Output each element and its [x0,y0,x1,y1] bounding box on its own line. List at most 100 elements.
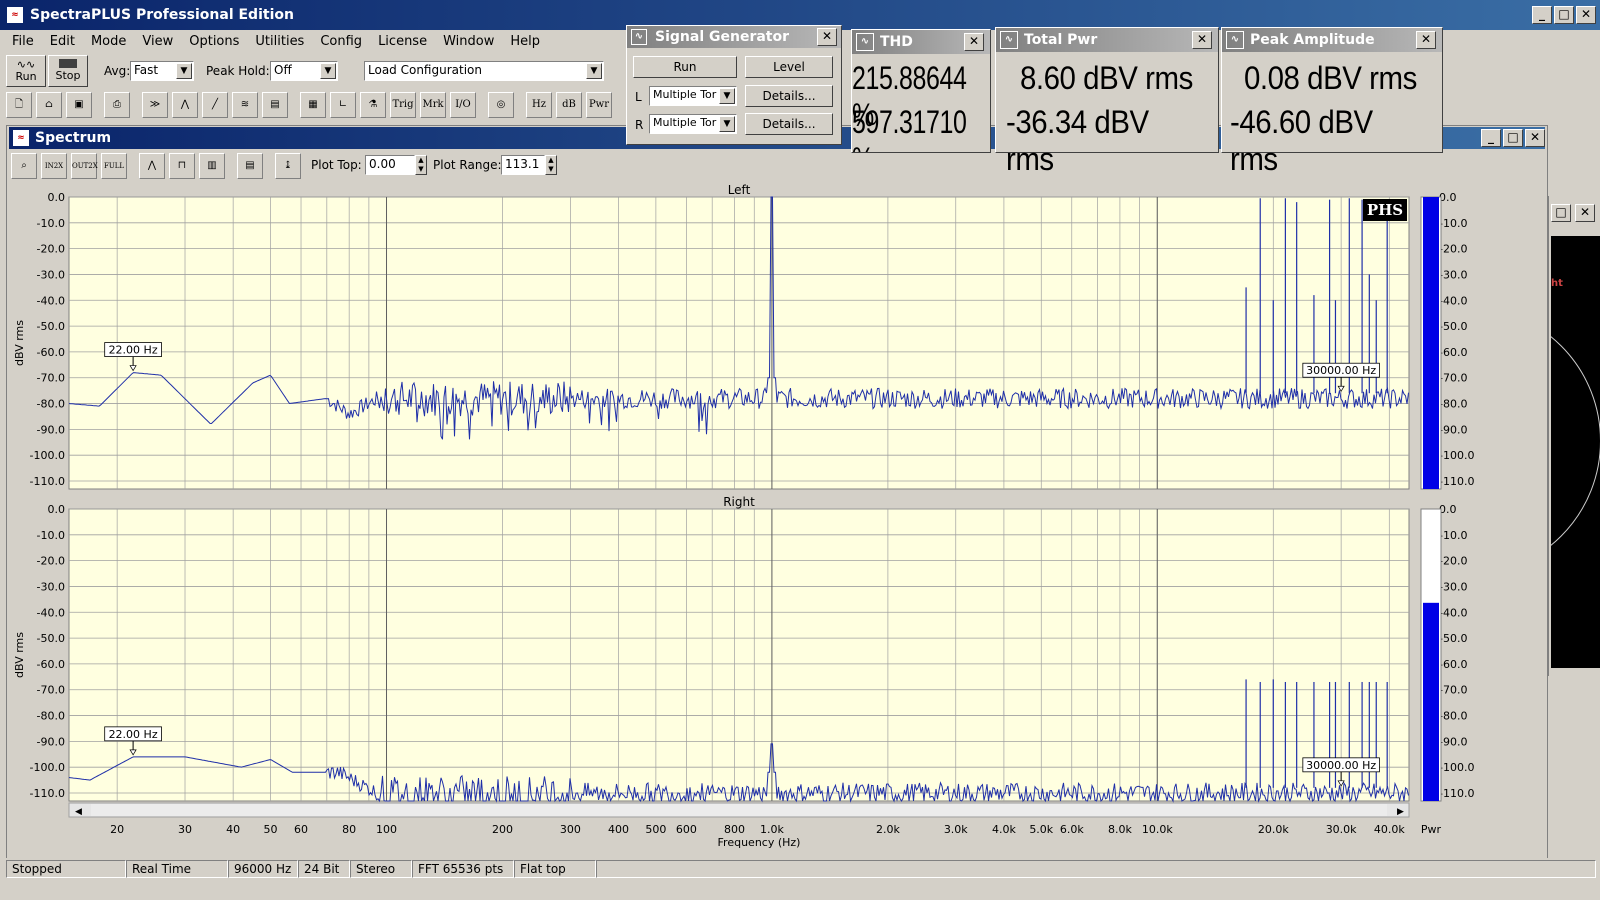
menu-help[interactable]: Help [502,34,548,49]
fast-forward-icon[interactable]: ≫ [142,92,168,118]
y-tick-label-right: -90.0 [1439,735,1467,748]
line-plot-icon[interactable]: ⋀ [139,153,165,179]
spectrum-plot[interactable]: Left 0.0 0.0 -10.0 -10.0 -20.0 -20.0 -30.0 -30.0… [11,183,1545,859]
menu-license[interactable]: License [370,34,435,49]
bar-plot-icon[interactable]: ▥ [199,153,225,179]
time-series-icon[interactable]: ╱ [202,92,228,118]
close-icon[interactable]: ✕ [1192,31,1212,49]
peakhold-select[interactable]: Off ▼ [270,61,338,81]
y-tick-label: -20.0 [37,555,65,568]
app-icon: ≈ [6,6,24,24]
close-icon[interactable]: ✕ [1575,204,1595,222]
x-tick-label: 1.0k [760,823,784,836]
hz-button[interactable]: Hz [526,92,552,118]
db-button[interactable]: dB [556,92,582,118]
y-axis-label: dBV rms [13,320,26,366]
close-icon[interactable]: ✕ [1416,31,1436,49]
menu-file[interactable]: File [4,34,42,49]
minimize-icon[interactable]: _ [1532,6,1552,24]
maximize-icon[interactable]: □ [1554,6,1574,24]
axis-icon[interactable]: ∟ [330,92,356,118]
menu-view[interactable]: View [134,34,181,49]
flask-icon[interactable]: ⚗ [360,92,386,118]
siggen-right-select[interactable]: Multiple Tor ▼ [649,114,737,134]
close-icon[interactable]: ✕ [964,33,984,51]
siggen-level-button[interactable]: Level [745,56,833,78]
zoom-full-icon[interactable]: FULL [101,153,127,179]
pwr-axis-label: Pwr [1421,823,1442,836]
chevron-down-icon[interactable]: ▼ [586,63,602,79]
menu-window[interactable]: Window [435,34,502,49]
chevron-down-icon[interactable]: ▼ [320,63,336,79]
chevron-down-icon[interactable]: ▼ [176,63,192,79]
pwr-button[interactable]: Pwr [586,92,612,118]
status-empty [596,860,1596,878]
spectrum-window: ≈ Spectrum _ □ ✕ ⌕ IN2X OUT2X FULL ⋀ ⊓ ▥… [6,125,1548,861]
dial-arc [1551,306,1600,576]
stop-button[interactable]: Stop [48,55,88,87]
maximize-icon[interactable]: □ [1551,204,1571,222]
x-tick-label: 10.0k [1142,823,1173,836]
channel-label-right: Right [723,495,755,509]
y-tick-label: -60.0 [37,346,65,359]
io-button[interactable]: I/O [450,92,476,118]
menu-bar: File Edit Mode View Options Utilities Co… [4,31,548,51]
spectrogram-icon[interactable]: ▦ [300,92,326,118]
marker-text: 22.00 Hz [109,344,158,357]
menu-config[interactable]: Config [312,34,370,49]
plot-range-input[interactable]: 113.1 [501,155,545,175]
chevron-down-icon[interactable]: ▼ [719,88,735,104]
y-tick-label: -110.0 [30,787,65,800]
scale-icon[interactable]: ↨ [275,153,301,179]
x-tick-label: 4.0k [992,823,1016,836]
siggen-left-select[interactable]: Multiple Tor ▼ [649,86,737,106]
trigger-button[interactable]: Trig [390,92,416,118]
marker-button[interactable]: Mrk [420,92,446,118]
y-tick-label-right: -50.0 [1439,320,1467,333]
spectrum-mode-icon[interactable]: ⋀ [172,92,198,118]
y-tick-label-right: -10.0 [1439,217,1467,230]
new-file-icon[interactable]: 🗋 [6,92,32,118]
run-button[interactable]: ∿∿ Run [6,55,46,87]
status-fft-size: FFT 65536 pts [412,860,514,878]
spectrum-title: Spectrum [35,130,112,146]
menu-options[interactable]: Options [181,34,247,49]
avg-select[interactable]: Fast ▼ [130,61,194,81]
zoom-icon[interactable]: ⌕ [11,153,37,179]
menu-edit[interactable]: Edit [42,34,83,49]
y-tick-label: -30.0 [37,580,65,593]
close-icon[interactable]: ✕ [1525,129,1545,147]
step-plot-icon[interactable]: ⊓ [169,153,195,179]
phase-icon[interactable]: ≋ [232,92,258,118]
total-pwr-right-value: -36.34 dBV rms [1006,104,1149,177]
plot-top-spinner[interactable]: ▲ ▼ [415,155,427,175]
close-icon[interactable]: ✕ [1576,6,1596,24]
siggen-right-details-button[interactable]: Details... [745,113,833,135]
menu-utilities[interactable]: Utilities [247,34,312,49]
siggen-run-button[interactable]: Run [633,56,737,78]
plot-top-input[interactable]: 0.00 [365,155,415,175]
minimize-icon[interactable]: _ [1481,129,1501,147]
menu-mode[interactable]: Mode [83,34,134,49]
status-bit-depth: 24 Bit [298,860,350,878]
siggen-left-details-button[interactable]: Details... [745,85,833,107]
generator-icon[interactable]: ◎ [488,92,514,118]
open-folder-icon[interactable]: ⌂ [36,92,62,118]
thd-meter-window: ∿ THD ✕ 215.88644 % 597.31710 % [851,29,991,153]
3d-surface-icon[interactable]: ▤ [262,92,288,118]
y-tick-label: -70.0 [37,684,65,697]
plot-range-spinner[interactable]: ▲ ▼ [545,155,557,175]
zoom-out-2x-icon[interactable]: OUT2X [71,153,98,179]
print-icon[interactable]: ⎙ [104,92,130,118]
background-window: □ ✕ ht [1548,196,1600,676]
config-select[interactable]: Load Configuration ▼ [364,61,604,81]
save-icon[interactable]: ▣ [66,92,92,118]
y-tick-label: -30.0 [37,268,65,281]
zoom-in-2x-icon[interactable]: IN2X [41,153,67,179]
grid-settings-icon[interactable]: ▤ [237,153,263,179]
close-icon[interactable]: ✕ [817,28,837,46]
chevron-down-icon[interactable]: ▼ [719,116,735,132]
peak-amplitude-meter-window: ∿ Peak Amplitude ✕ 0.08 dBV rms -46.60 d… [1221,27,1443,177]
maximize-icon[interactable]: □ [1503,129,1523,147]
x-tick-label: 30 [178,823,192,836]
